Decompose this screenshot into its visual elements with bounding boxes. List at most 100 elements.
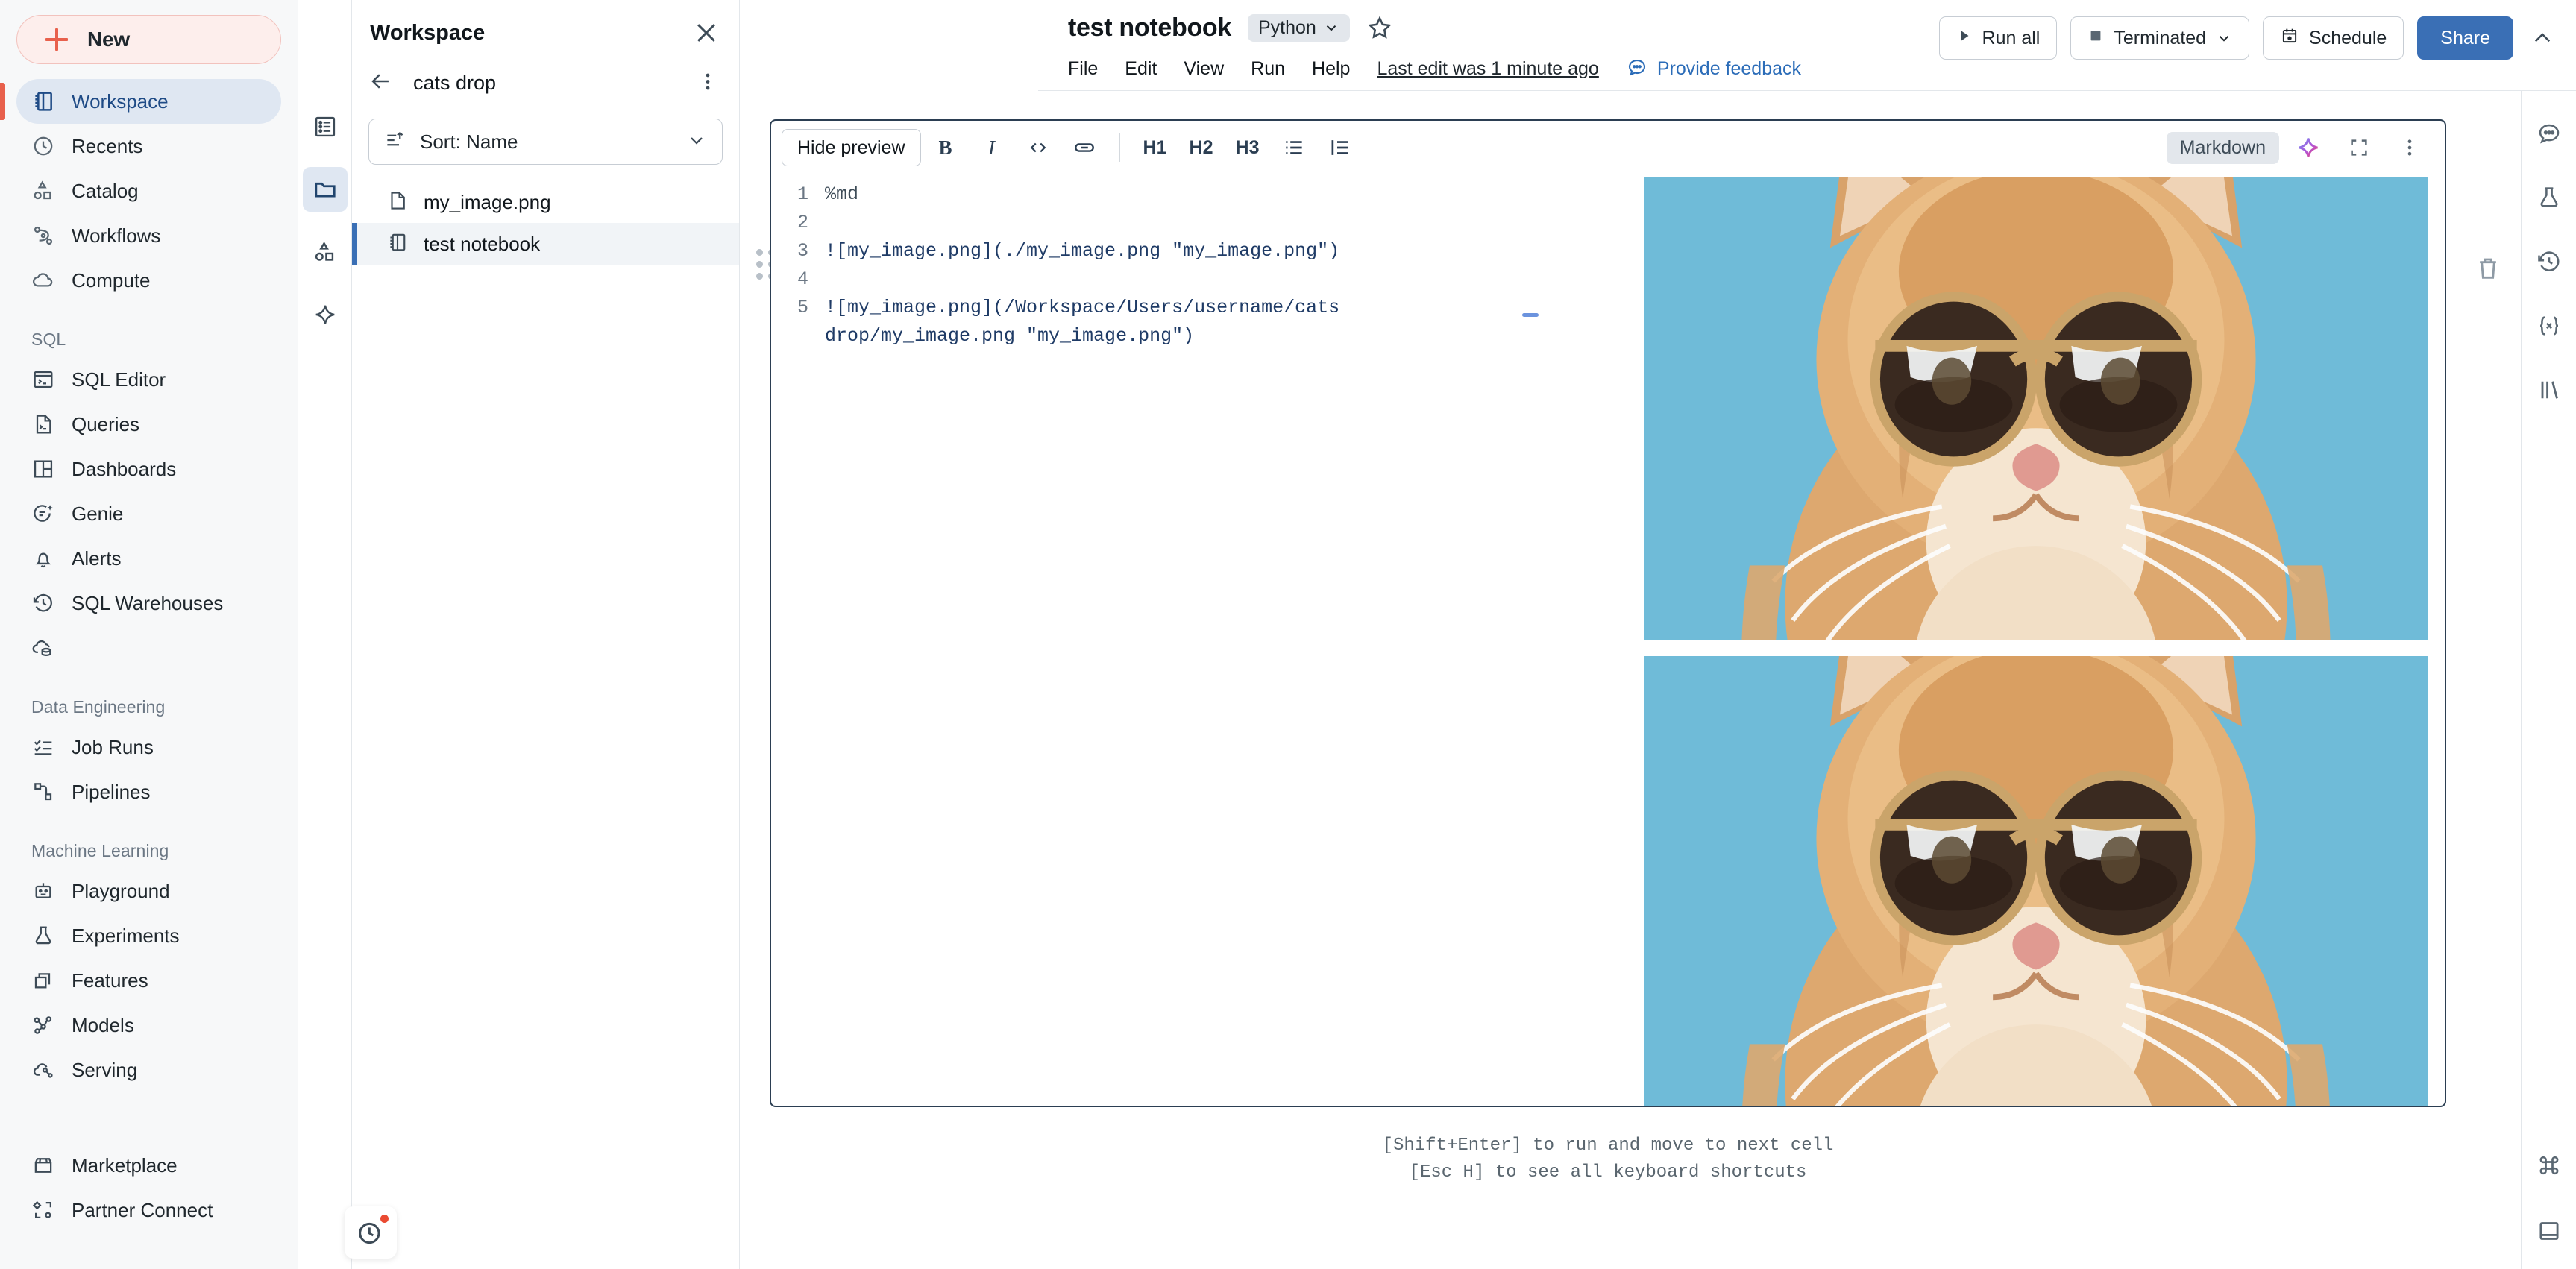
experiment-flask-icon[interactable] [2529,177,2569,218]
pipeline-icon [31,780,55,804]
sidebar-item-catalog[interactable]: Catalog [16,169,281,213]
sidebar-item-label: Pipelines [72,780,151,803]
folder-icon[interactable] [302,167,348,212]
revision-history-icon[interactable] [2529,242,2569,282]
schedule-label: Schedule [2309,27,2387,48]
chevron-up-icon[interactable] [2530,25,2555,51]
main-area: test notebook Python File Edit View Run … [740,0,2576,1269]
provide-feedback-button[interactable]: Provide feedback [1626,56,1801,82]
language-selector[interactable]: Python [1248,13,1350,42]
sidebar-item-label: Models [72,1013,134,1036]
catalog-shapes-icon[interactable] [303,230,348,274]
cat-with-sunglasses-image-2 [1644,656,2428,1106]
editor-preview-splitter[interactable] [1521,174,1540,1106]
cluster-status-dropdown[interactable]: Terminated [2070,16,2250,60]
kebab-menu-icon[interactable] [2388,128,2431,167]
sidebar-item-sql-warehouses[interactable] [16,626,281,670]
keyboard-hints: [Shift+Enter] to run and move to next ce… [770,1133,2446,1186]
menu-help[interactable]: Help [1298,51,1363,86]
line-number: 5 [797,297,808,318]
hide-preview-button[interactable]: Hide preview [782,129,921,166]
numbered-list-icon[interactable] [1319,128,1362,167]
sidebar-item-label: Dashboards [72,457,177,480]
sidebar-item-queries[interactable]: Queries [16,402,281,447]
h1-button[interactable]: H1 [1134,128,1177,167]
keyboard-shortcuts-icon[interactable] [2529,1145,2569,1185]
sidebar-item-label: Alerts [72,547,122,570]
cell-toolbar-right: Markdown [2166,128,2431,167]
fullscreen-icon[interactable] [2337,128,2381,167]
bullet-list-icon[interactable] [1272,128,1316,167]
sidebar-item-workflows[interactable]: Workflows [16,213,281,258]
right-icon-rail [2521,91,2576,1269]
link-icon[interactable] [1063,128,1106,167]
shapes-icon [31,179,55,203]
kebab-menu-icon[interactable] [696,69,720,97]
sidebar-item-recents[interactable]: Recents [16,124,281,169]
arrow-left-icon[interactable] [368,69,394,98]
cell-language-chip[interactable]: Markdown [2166,131,2279,164]
workspace-panel-title: Workspace [370,20,486,45]
bold-button[interactable]: B [924,128,967,167]
cat-with-sunglasses-image-1 [1644,177,2428,640]
italic-button[interactable]: I [970,128,1014,167]
menu-file[interactable]: File [1068,51,1111,86]
sidebar-section-machine-learning: Machine Learning [31,841,169,860]
list-item[interactable]: test notebook [352,223,739,265]
list-item-label: test notebook [424,232,541,255]
sort-icon [384,129,406,155]
sidebar-item-dashboards[interactable]: Dashboards [16,447,281,491]
sort-dropdown[interactable]: Sort: Name [368,119,723,165]
sidebar-item-compute[interactable]: Compute [16,258,281,303]
schedule-button[interactable]: Schedule [2263,16,2404,60]
sidebar-item-job-runs[interactable]: Job Runs [16,725,281,769]
h2-button[interactable]: H2 [1180,128,1223,167]
run-all-button[interactable]: Run all [1938,16,2058,60]
share-button[interactable]: Share [2417,16,2513,60]
close-icon[interactable] [691,18,721,48]
recents-clock-badge[interactable] [345,1206,397,1259]
variables-icon[interactable] [2529,306,2569,346]
sidebar-item-workspace[interactable]: Workspace [0,79,281,124]
sidebar-item-marketplace[interactable]: Marketplace [16,1143,281,1188]
sidebar-item-pipelines[interactable]: Pipelines [16,769,281,814]
code-button[interactable] [1017,128,1060,167]
run-all-label: Run all [1982,27,2041,48]
sidebar-item-alerts[interactable]: Alerts [16,536,281,581]
menu-edit[interactable]: Edit [1111,51,1170,86]
language-label: Python [1258,16,1316,38]
sidebar-item-sql-editor[interactable]: SQL Editor [16,357,281,402]
notebook-cell[interactable]: Hide preview B I H1 H2 H3 Markdown 1 %md… [770,119,2446,1107]
new-button[interactable]: New [16,15,281,64]
last-edit-link[interactable]: Last edit was 1 minute ago [1377,58,1598,80]
sidebar-item-label: Genie [72,502,124,525]
panel-toggle-icon[interactable] [2529,1211,2569,1251]
sidebar-item-label: Features [72,969,148,992]
hint-line-2: [Esc H] to see all keyboard shortcuts [1409,1162,1807,1183]
sidebar-item-genie[interactable]: Genie [16,491,281,536]
code-line: 2 [771,209,1521,237]
outline-icon[interactable] [303,104,348,149]
sparkle-icon[interactable] [303,292,348,337]
sidebar-item-partner-connect[interactable]: Partner Connect [16,1188,281,1232]
menu-bar: File Edit View Run Help Last edit was 1 … [1068,51,1801,86]
comment-icon[interactable] [2529,113,2569,154]
sparkle-icon[interactable] [2287,128,2330,167]
menu-view[interactable]: View [1170,51,1237,86]
libraries-icon[interactable] [2529,370,2569,410]
list-item[interactable]: my_image.png [352,181,739,223]
sidebar-item-query-history[interactable]: SQL Warehouses [16,581,281,626]
notebook-topbar: test notebook Python File Edit View Run … [1038,0,2576,91]
sidebar-item-serving[interactable]: Serving [16,1048,281,1092]
sidebar-item-models[interactable]: Models [16,1003,281,1048]
star-icon[interactable] [1366,14,1393,41]
h3-button[interactable]: H3 [1226,128,1269,167]
bell-icon [31,547,55,570]
menu-run[interactable]: Run [1237,51,1298,86]
sidebar-item-experiments[interactable]: Experiments [16,913,281,958]
markdown-editor[interactable]: 1 %md 2 3 ![my_image.png](./my_image.png… [771,174,1521,1106]
models-icon [31,1013,55,1037]
sidebar-item-playground[interactable]: Playground [16,869,281,913]
sidebar-item-features[interactable]: Features [16,958,281,1003]
delete-cell-button[interactable] [2469,249,2507,288]
